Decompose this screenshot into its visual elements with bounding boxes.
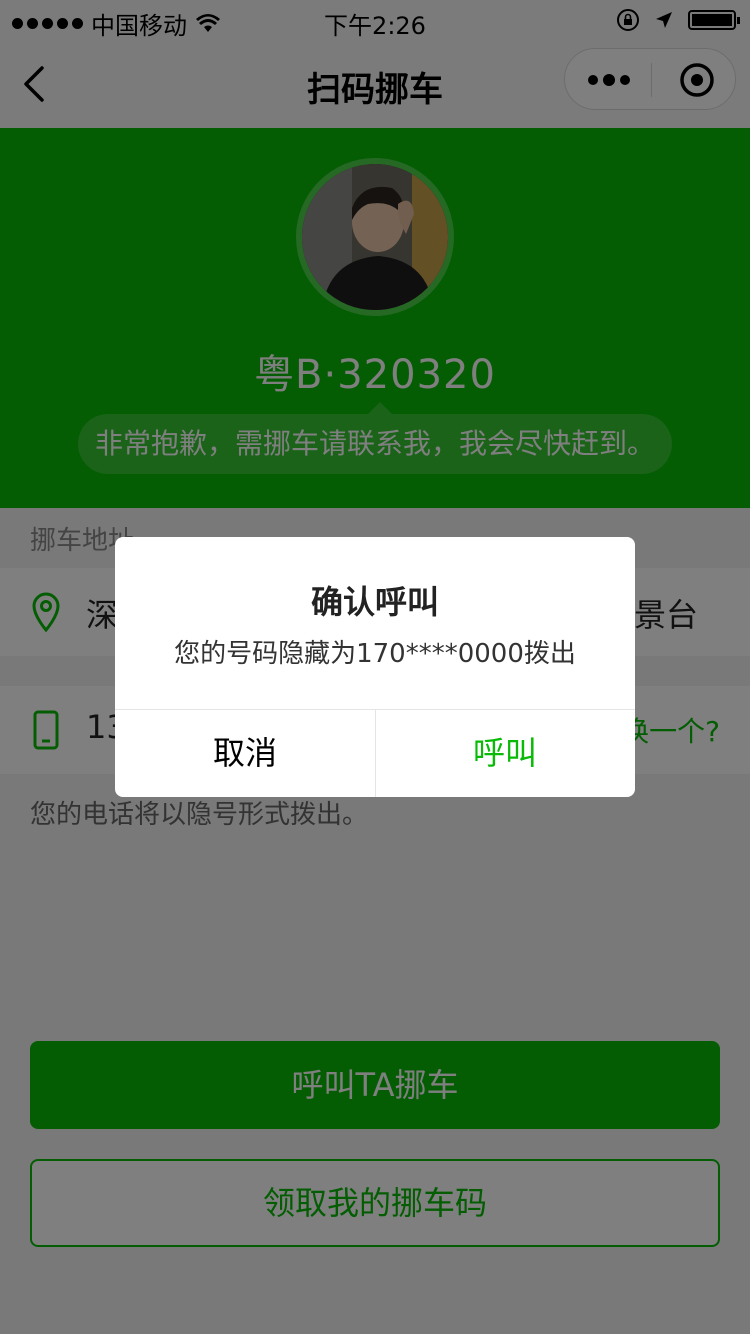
confirm-call-button[interactable]: 呼叫 xyxy=(375,710,635,797)
dialog-title: 确认呼叫 xyxy=(310,583,439,621)
screen: 中国移动 下午2:26 扫码挪车 xyxy=(0,0,750,1334)
confirm-call-dialog: 确认呼叫 您的号码隐藏为170****0000拨出 取消 呼叫 xyxy=(115,537,635,797)
cancel-button[interactable]: 取消 xyxy=(115,710,375,797)
dialog-message: 您的号码隐藏为170****0000拨出 xyxy=(174,639,576,669)
